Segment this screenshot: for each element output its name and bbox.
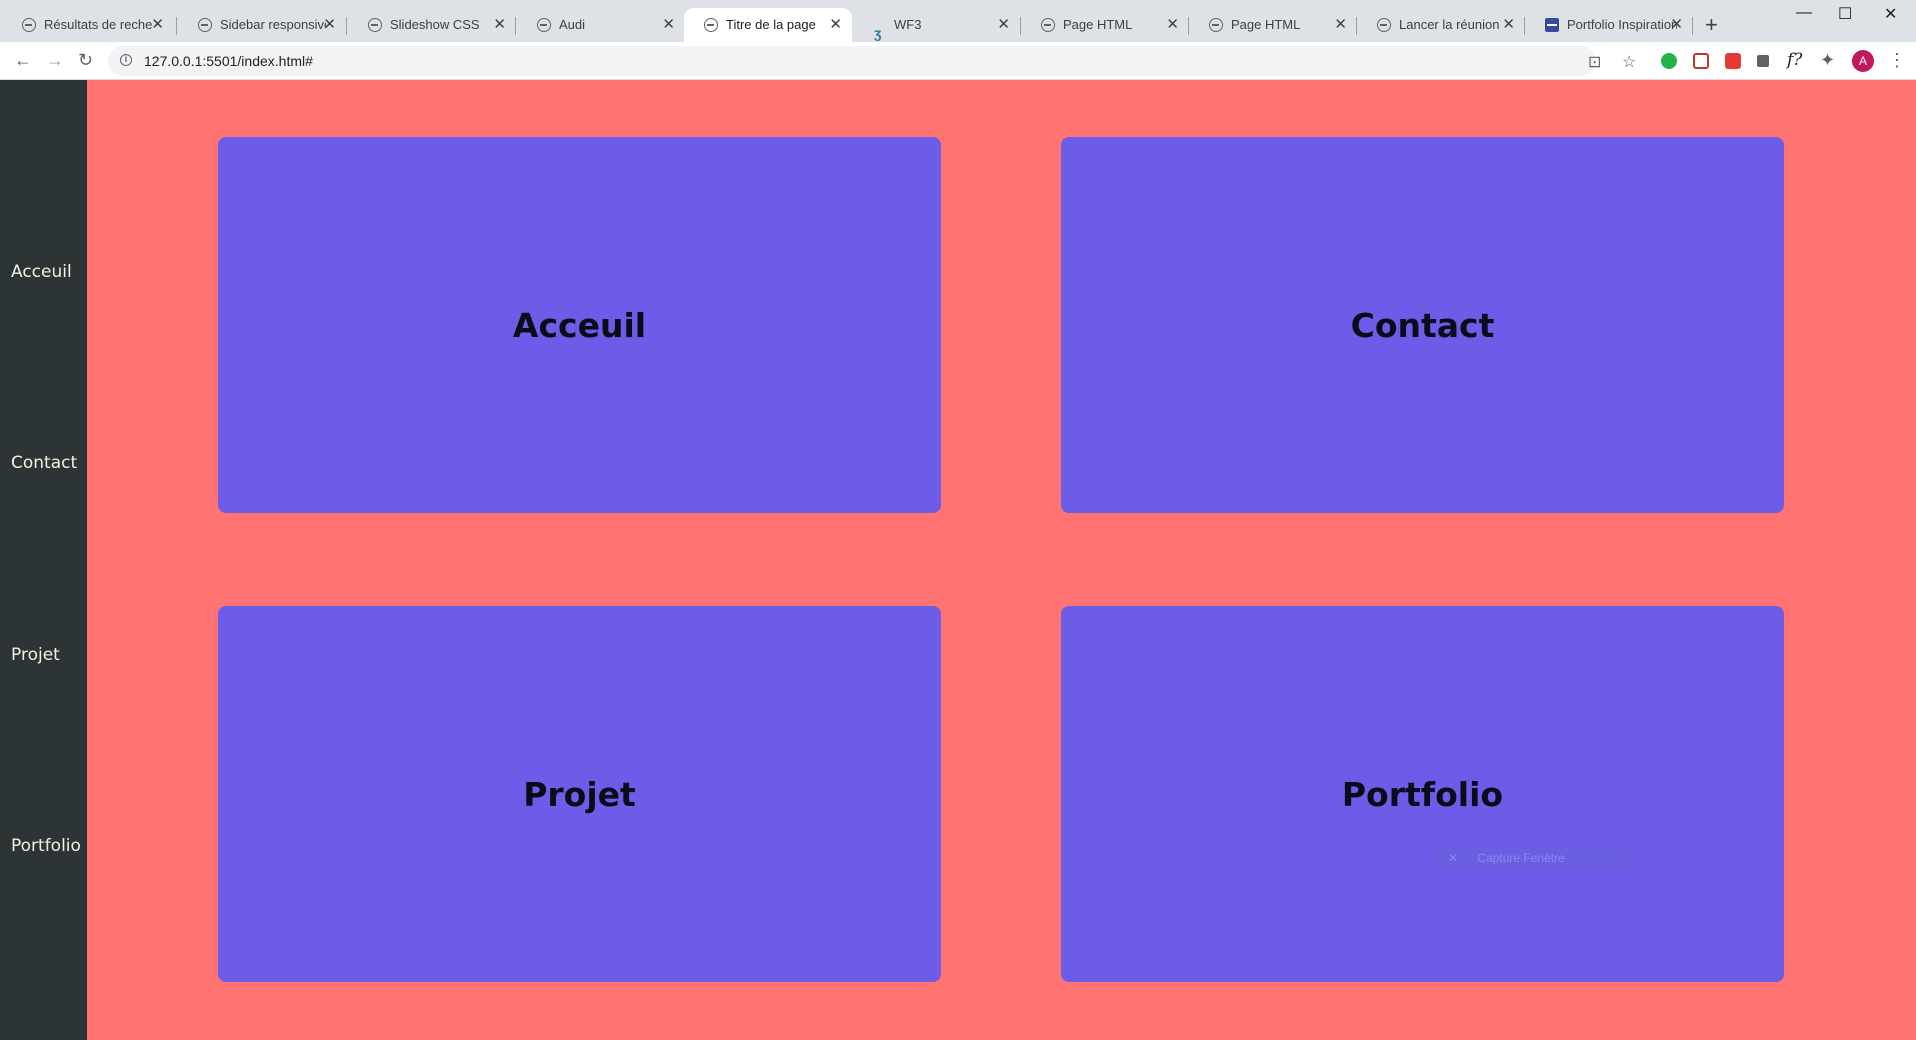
tab-separator (1692, 17, 1693, 35)
tab-page-html-2[interactable]: Page HTML ✕ (1189, 8, 1357, 42)
extensions-puzzle-icon[interactable]: ✦ (1820, 50, 1835, 70)
close-icon[interactable]: ✕ (323, 8, 336, 42)
card-title: Acceuil (512, 305, 647, 345)
close-icon[interactable]: ✕ (997, 8, 1010, 42)
maximize-button[interactable]: ☐ (1838, 4, 1852, 24)
globe-icon (1377, 18, 1391, 32)
close-icon[interactable]: ✕ (151, 8, 164, 42)
tab-title: Sidebar responsive (220, 17, 326, 32)
close-window-button[interactable]: ✕ (1884, 4, 1897, 24)
close-icon[interactable]: ✕ (829, 8, 842, 42)
tab-separator (515, 17, 516, 35)
globe-icon (537, 18, 551, 32)
window-capture-toast: ✕ Capture Fenêtre (1436, 848, 1632, 868)
fx-extension-icon[interactable]: f? (1787, 50, 1802, 70)
red-extension-icon[interactable] (1725, 53, 1741, 69)
card-title: Portfolio (1341, 774, 1504, 814)
globe-icon (704, 18, 718, 32)
tab-titre-de-la-page[interactable]: Titre de la page ✕ (684, 8, 852, 42)
sidebar: Acceuil Contact Projet Portfolio (0, 80, 87, 1040)
new-tab-button[interactable]: + (1705, 10, 1718, 40)
menu-kebab-icon[interactable]: ⋮ (1888, 50, 1906, 70)
tab-title: Audi (559, 17, 586, 32)
tab-search-results[interactable]: Résultats de recherc ✕ (2, 8, 174, 42)
globe-icon (368, 18, 382, 32)
tab-title: Page HTML (1063, 17, 1133, 32)
info-icon[interactable]: i (120, 54, 132, 66)
sidebar-item-portfolio[interactable]: Portfolio (11, 836, 81, 856)
globe-icon (1209, 18, 1223, 32)
tab-title: Slideshow CSS (390, 17, 480, 32)
card-projet[interactable]: Projet (218, 606, 941, 982)
card-title: Contact (1350, 305, 1495, 345)
tab-lancer-la-reunion[interactable]: Lancer la réunion - ✕ (1357, 8, 1525, 42)
minimize-button[interactable]: — (1796, 4, 1812, 22)
wf3-icon: ʒ (874, 25, 882, 41)
eyedropper-extension-icon[interactable] (1757, 55, 1769, 67)
card-contact[interactable]: Contact (1061, 137, 1784, 513)
tab-slideshow-css[interactable]: Slideshow CSS ✕ (348, 8, 516, 42)
tab-title: Titre de la page (726, 17, 816, 32)
close-icon[interactable]: ✕ (493, 8, 506, 42)
close-icon[interactable]: ✕ (1166, 8, 1179, 42)
tab-separator (346, 17, 347, 35)
card-portfolio[interactable]: Portfolio (1061, 606, 1784, 982)
browser-toolbar: ← → ↻ i 127.0.0.1:5501/index.html# ⊡ ☆ f… (0, 42, 1916, 80)
sidebar-item-contact[interactable]: Contact (11, 453, 77, 473)
tab-title: Portfolio Inspiration (1567, 17, 1677, 32)
close-icon[interactable]: ✕ (1502, 8, 1515, 42)
portfolio-icon (1545, 18, 1559, 32)
back-icon[interactable]: ← (14, 50, 32, 70)
forward-icon[interactable]: → (46, 50, 64, 70)
reload-icon[interactable]: ↻ (78, 50, 93, 70)
bookmark-star-icon[interactable]: ☆ (1622, 52, 1636, 72)
globe-icon (1041, 18, 1055, 32)
sidebar-item-acceuil[interactable]: Acceuil (11, 262, 72, 282)
tab-title: Page HTML (1231, 17, 1301, 32)
globe-icon (198, 18, 212, 32)
tab-separator (176, 17, 177, 35)
close-icon[interactable]: ✕ (1448, 851, 1458, 865)
tab-audi[interactable]: Audi ✕ (517, 8, 685, 42)
translate-icon[interactable]: ⊡ (1588, 52, 1601, 72)
close-icon[interactable]: ✕ (662, 8, 675, 42)
globe-icon (22, 18, 36, 32)
browser-tab-strip: Résultats de recherc ✕ Sidebar responsiv… (0, 0, 1916, 42)
toast-text: Capture Fenêtre (1477, 851, 1565, 865)
address-bar[interactable]: i 127.0.0.1:5501/index.html# ⊡ ☆ (108, 46, 1636, 76)
tab-wf3[interactable]: ʒ WF3 ✕ (852, 8, 1020, 42)
url-text[interactable]: 127.0.0.1:5501/index.html# (144, 53, 313, 69)
tab-portfolio-inspiration[interactable]: Portfolio Inspiration ✕ (1525, 8, 1693, 42)
profile-avatar[interactable]: A (1852, 50, 1874, 72)
card-acceuil[interactable]: Acceuil (218, 137, 941, 513)
green-extension-icon[interactable] (1661, 53, 1677, 69)
tab-page-html-1[interactable]: Page HTML ✕ (1021, 8, 1189, 42)
pocket-extension-icon[interactable] (1693, 53, 1709, 69)
sidebar-item-projet[interactable]: Projet (11, 645, 60, 665)
tab-sidebar-responsive[interactable]: Sidebar responsive ✕ (178, 8, 346, 42)
card-title: Projet (523, 774, 636, 814)
close-icon[interactable]: ✕ (1334, 8, 1347, 42)
tab-title: Résultats de recherc (44, 17, 152, 32)
close-icon[interactable]: ✕ (1670, 8, 1683, 42)
tab-title: Lancer la réunion - (1399, 17, 1499, 32)
tab-title: WF3 (894, 17, 922, 32)
